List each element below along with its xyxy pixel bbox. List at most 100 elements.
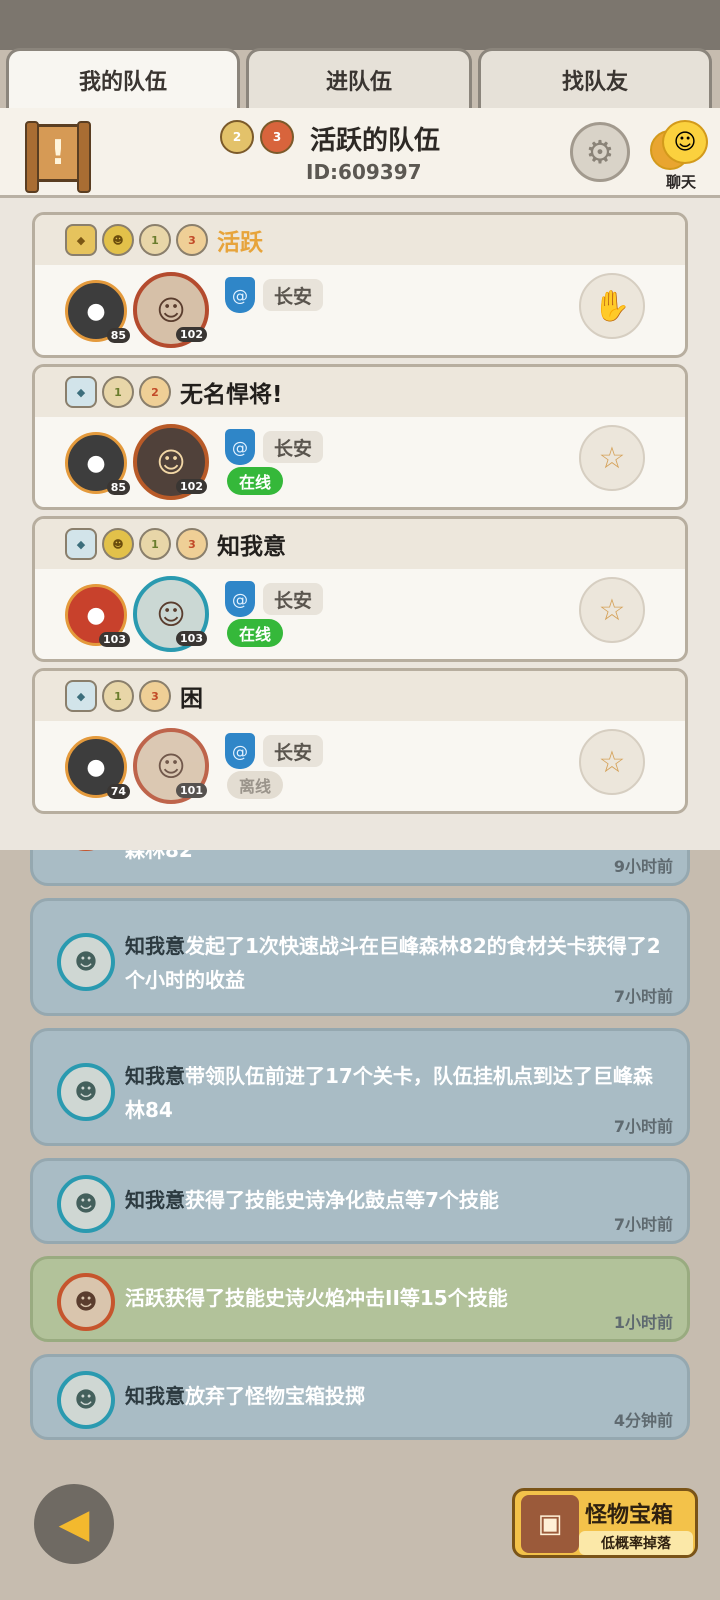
pet-level: 103 — [99, 632, 130, 647]
settings-button[interactable]: ⚙ — [570, 122, 630, 182]
team-level-medal: 2 — [220, 120, 254, 154]
crest-badge-icon: 1 — [102, 376, 134, 408]
hero-avatar: ☺ 102 — [133, 424, 209, 500]
member-card-header: ◆ ☻ 1 3 知我意 — [35, 519, 685, 569]
feed-avatar: ☻ — [57, 1175, 115, 1233]
helmet-badge-icon: ☻ — [102, 528, 134, 560]
member-card[interactable]: ◆ ☻ 1 3 知我意 ● 103 ☺ 103 @ 长安 在线 ☆ — [32, 516, 688, 662]
team-name: 活跃的队伍 — [310, 126, 441, 156]
boar-chest-icon: ▣ — [521, 1495, 579, 1553]
member-card-header: ◆ 1 3 困 — [35, 671, 685, 721]
feed-avatar: ☻ — [57, 933, 115, 991]
city-flag-icon: @ — [225, 277, 255, 313]
member-card-header: ◆ 1 2 无名悍将! — [35, 367, 685, 417]
pet-level: 85 — [106, 328, 130, 343]
helmet-badge-icon: ☻ — [102, 224, 134, 256]
transfer-leader-button[interactable]: ☆ — [579, 425, 645, 491]
pet-level: 85 — [106, 480, 130, 495]
monster-chest-button[interactable]: ▣ 怪物宝箱 低概率掉落 — [512, 1488, 698, 1558]
team-rank-medal: 3 — [260, 120, 294, 154]
tab-bar: 我的队伍 进队伍 找队友 — [6, 48, 712, 108]
team-header: ! 2 3 活跃的队伍 ID:609397 ⚙ ☺ 聊天 — [0, 108, 720, 198]
team-notice-button[interactable]: ! — [25, 121, 91, 193]
shield-badge-icon: ◆ — [65, 680, 97, 712]
hero-level: 102 — [176, 327, 207, 342]
feed-time: 7小时前 — [613, 1117, 673, 1136]
team-id: ID:609397 — [306, 160, 422, 184]
member-name: 无名悍将! — [180, 382, 283, 408]
rank-badge-icon: 2 — [139, 376, 171, 408]
rank-badge-icon: 3 — [176, 528, 208, 560]
shield-badge-icon: ◆ — [65, 376, 97, 408]
hero-avatar: ☺ 103 — [133, 576, 209, 652]
tab-join-team[interactable]: 进队伍 — [246, 48, 472, 108]
shield-badge-icon: ◆ — [65, 528, 97, 560]
crest-badge-icon: 1 — [102, 680, 134, 712]
feed-avatar: ☻ — [57, 1371, 115, 1429]
member-name: 活跃 — [217, 230, 263, 256]
feed-time: 7小时前 — [613, 1215, 673, 1234]
member-name: 知我意 — [217, 534, 286, 560]
feed-time: 4分钟前 — [613, 1411, 673, 1430]
member-panel: ◆ ☻ 1 3 活跃 ● 85 ☺ 102 @ 长安 ✋ ◆ 1 2 无名悍将!… — [0, 198, 720, 850]
feed-item: ☻ 知我意发起了1次快速战斗在巨峰森林82的食材关卡获得了2个小时的收益 7小时… — [30, 898, 690, 1016]
feed-item: ☻ 活跃获得了技能史诗火焰冲击II等15个技能 1小时前 — [30, 1256, 690, 1342]
top-strip — [0, 0, 720, 50]
chest-subtitle: 低概率掉落 — [579, 1531, 693, 1555]
feed-text: 知我意带领队伍前进了17个关卡，队伍挂机点到达了巨峰森林84 — [125, 1064, 653, 1122]
member-card[interactable]: ◆ 1 2 无名悍将! ● 85 ☺ 102 @ 长安 在线 ☆ — [32, 364, 688, 510]
member-name: 困 — [180, 686, 203, 712]
feed-item: ☻ 知我意获得了技能史诗净化鼓点等7个技能 7小时前 — [30, 1158, 690, 1244]
arrow-left-icon: ◀ — [58, 1501, 90, 1547]
crest-badge-icon: 1 — [139, 224, 171, 256]
hand-star-icon: ☆ — [598, 592, 626, 628]
feed-text: 知我意放弃了怪物宝箱投掷 — [125, 1384, 365, 1408]
feed-time: 1小时前 — [613, 1313, 673, 1332]
hero-avatar: ☺ 101 — [133, 728, 209, 804]
hand-star-icon: ☆ — [598, 440, 626, 476]
city-flag-icon: @ — [225, 581, 255, 617]
member-card[interactable]: ◆ 1 3 困 ● 74 ☺ 101 @ 长安 离线 ☆ — [32, 668, 688, 814]
feed-item: ☻ 知我意放弃了怪物宝箱投掷 4分钟前 — [30, 1354, 690, 1440]
city-flag-icon: @ — [225, 429, 255, 465]
feed-avatar: ☻ — [57, 1273, 115, 1331]
feed-time: 7小时前 — [613, 987, 673, 1006]
city-label: 长安 — [263, 735, 323, 767]
city-label: 长安 — [263, 431, 323, 463]
pet-avatar: ● 85 — [65, 280, 130, 343]
transfer-leader-button[interactable]: ☆ — [579, 577, 645, 643]
chat-button[interactable]: ☺ 聊天 — [650, 120, 712, 192]
rank-badge-icon: 3 — [176, 224, 208, 256]
back-button[interactable]: ◀ — [34, 1484, 114, 1564]
chest-title: 怪物宝箱 — [585, 1503, 674, 1528]
status-badge: 在线 — [227, 619, 283, 647]
chat-bubble-icon: ☺ — [662, 120, 708, 164]
hero-level: 101 — [176, 783, 207, 798]
feed-text: 知我意发起了1次快速战斗在巨峰森林82的食材关卡获得了2个小时的收益 — [125, 934, 661, 992]
pet-level: 74 — [106, 784, 130, 799]
crest-badge-icon: 1 — [139, 528, 171, 560]
team-medals: 2 3 — [220, 120, 294, 154]
tab-my-team[interactable]: 我的队伍 — [6, 48, 240, 108]
status-badge: 在线 — [227, 467, 283, 495]
exclamation-icon: ! — [50, 133, 66, 173]
shield-badge-icon: ◆ — [65, 224, 97, 256]
hand-star-icon: ☆ — [598, 744, 626, 780]
feed-text: 活跃获得了技能史诗火焰冲击II等15个技能 — [125, 1286, 508, 1310]
hero-level: 102 — [176, 479, 207, 494]
city-label: 长安 — [263, 583, 323, 615]
feed-avatar: ☻ — [57, 1063, 115, 1121]
feed-item: ☻ 知我意带领队伍前进了17个关卡，队伍挂机点到达了巨峰森林84 7小时前 — [30, 1028, 690, 1146]
rank-badge-icon: 3 — [139, 680, 171, 712]
city-flag-icon: @ — [225, 733, 255, 769]
leader-map-button[interactable]: ✋ — [579, 273, 645, 339]
hero-avatar: ☺ 102 — [133, 272, 209, 348]
member-card[interactable]: ◆ ☻ 1 3 活跃 ● 85 ☺ 102 @ 长安 ✋ — [32, 212, 688, 358]
transfer-leader-button[interactable]: ☆ — [579, 729, 645, 795]
pet-avatar: ● 74 — [65, 736, 130, 799]
pet-avatar: ● 85 — [65, 432, 130, 495]
team-screen: 我的队伍 进队伍 找队友 ! 2 3 活跃的队伍 ID:609397 ⚙ ☺ 聊… — [0, 0, 720, 1600]
map-hand-icon: ✋ — [593, 288, 631, 324]
tab-find-teammates[interactable]: 找队友 — [478, 48, 712, 108]
gear-icon: ⚙ — [585, 133, 615, 171]
